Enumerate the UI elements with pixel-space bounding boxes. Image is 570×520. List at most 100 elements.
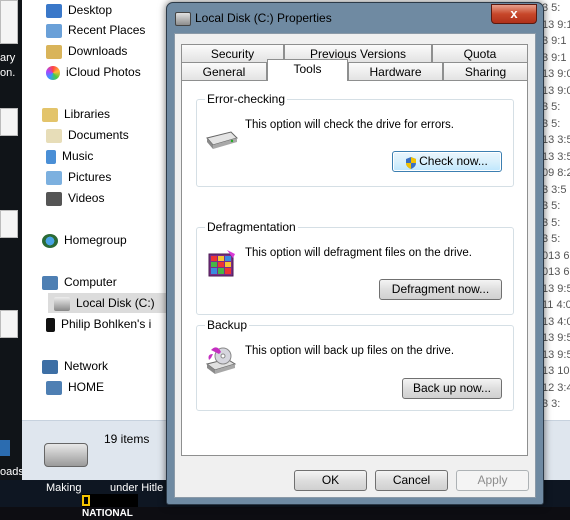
homegroup-icon bbox=[42, 233, 58, 248]
date-modified-cell: 3 5: bbox=[542, 2, 561, 14]
desktop-file-icon[interactable] bbox=[0, 108, 18, 136]
nav-item-downloads[interactable]: Downloads bbox=[46, 41, 127, 61]
phone-icon bbox=[46, 317, 55, 332]
documents-icon bbox=[46, 128, 62, 143]
navigation-pane: Desktop Recent Places Downloads iCloud P… bbox=[22, 0, 174, 420]
defragmentation-group: Defragmentation This option will defragm… bbox=[196, 220, 514, 315]
tab-general[interactable]: General bbox=[181, 62, 267, 80]
desktop-strip: ary on. oads bbox=[0, 0, 24, 507]
error-checking-group: Error-checking This option will check th… bbox=[196, 92, 514, 187]
libraries-icon bbox=[42, 107, 58, 122]
date-modified-cell: 13 9:5 bbox=[542, 332, 570, 344]
network-icon bbox=[42, 359, 58, 374]
nav-item-local-disk[interactable]: Local Disk (C:) bbox=[48, 293, 174, 313]
downloads-icon bbox=[46, 44, 62, 59]
nav-item-label: Network bbox=[64, 359, 109, 373]
back-up-now-button[interactable]: Back up now... bbox=[402, 378, 502, 399]
computer-icon bbox=[46, 380, 62, 395]
close-button[interactable]: x bbox=[491, 4, 537, 24]
nav-item-iphone[interactable]: Philip Bohlken's i bbox=[46, 314, 166, 334]
date-modified-cell: 3 3: bbox=[542, 398, 561, 410]
desktop-icon bbox=[46, 3, 62, 18]
desktop-shortcut-icon[interactable] bbox=[0, 440, 10, 456]
date-modified-column: 3 5: 13 9:1 3 9:1 3 9:1 13 9:0 13 9:0 3 5: 3 5:… bbox=[540, 0, 570, 420]
nav-item-computer[interactable]: Computer bbox=[42, 272, 117, 292]
desktop-file-label: on. bbox=[0, 67, 16, 79]
backup-description: This option will back up files on the dr… bbox=[245, 345, 455, 357]
dialog-title: Local Disk (C:) Properties bbox=[195, 11, 332, 25]
date-modified-cell: 11 4:0 bbox=[542, 299, 570, 311]
natgeo-logo: NATIONAL bbox=[82, 494, 138, 519]
music-icon bbox=[46, 149, 56, 164]
ok-button[interactable]: OK bbox=[294, 470, 367, 491]
item-count: 19 items bbox=[104, 432, 150, 446]
defragment-now-button[interactable]: Defragment now... bbox=[379, 279, 502, 300]
group-label: Backup bbox=[205, 318, 250, 332]
error-checking-description: This option will check the drive for err… bbox=[245, 119, 454, 131]
backup-group: Backup This option will back up files on… bbox=[196, 318, 514, 411]
recent-places-icon bbox=[46, 23, 62, 38]
uac-shield-icon bbox=[406, 156, 417, 169]
date-modified-cell: 13 9:0 bbox=[542, 68, 570, 80]
nav-item-desktop[interactable]: Desktop bbox=[46, 0, 112, 20]
nav-item-label: Downloads bbox=[68, 44, 128, 58]
button-label: Check now... bbox=[419, 154, 488, 168]
nav-item-label: Philip Bohlken's i bbox=[61, 317, 152, 331]
date-modified-cell: 3 5: bbox=[542, 117, 561, 130]
desktop-file-label: oads bbox=[0, 466, 24, 478]
desktop-file-icon[interactable] bbox=[0, 310, 18, 338]
nav-item-label: Videos bbox=[68, 191, 105, 205]
pictures-icon bbox=[46, 170, 62, 185]
date-modified-cell: 13 10:2 bbox=[542, 365, 570, 377]
nav-item-music[interactable]: Music bbox=[46, 146, 93, 166]
computer-icon bbox=[42, 275, 58, 290]
apply-button[interactable]: Apply bbox=[456, 470, 529, 491]
dialog-body: Security Previous Versions Quota General… bbox=[174, 33, 536, 498]
title-bar[interactable]: Local Disk (C:) Properties x bbox=[167, 3, 543, 33]
tools-tab-panel: Error-checking This option will check th… bbox=[181, 80, 528, 456]
cancel-button[interactable]: Cancel bbox=[375, 470, 448, 491]
date-modified-cell: 13 3:59 bbox=[542, 134, 570, 146]
nav-item-documents[interactable]: Documents bbox=[46, 125, 129, 145]
tab-sharing[interactable]: Sharing bbox=[443, 62, 528, 80]
date-modified-cell: 13 3:5 bbox=[542, 150, 570, 163]
nav-item-network[interactable]: Network bbox=[42, 356, 108, 376]
date-modified-cell: 3 5: bbox=[542, 200, 561, 212]
tab-tools[interactable]: Tools bbox=[267, 59, 348, 81]
group-label: Defragmentation bbox=[205, 220, 298, 234]
date-modified-cell: 3 5: bbox=[542, 216, 561, 229]
date-modified-cell: 09 8:2 bbox=[542, 167, 570, 179]
nav-item-label: Homegroup bbox=[64, 233, 127, 247]
close-icon: x bbox=[510, 6, 518, 21]
desktop-file-icon[interactable] bbox=[0, 0, 18, 44]
nav-item-homegroup[interactable]: Homegroup bbox=[42, 230, 127, 250]
nav-item-label: HOME bbox=[68, 380, 104, 394]
taskbar-item-label[interactable]: Making bbox=[46, 482, 81, 494]
nav-item-libraries[interactable]: Libraries bbox=[42, 104, 110, 124]
desktop-file-label: ary bbox=[0, 52, 16, 64]
icloud-photos-icon bbox=[46, 65, 60, 80]
tab-quota[interactable]: Quota bbox=[432, 44, 528, 62]
drive-check-icon bbox=[205, 128, 239, 153]
date-modified-cell: 13 9:5 bbox=[542, 348, 570, 361]
drive-icon bbox=[54, 296, 70, 311]
date-modified-cell: 13 9:0 bbox=[542, 84, 570, 97]
drive-icon bbox=[175, 12, 191, 26]
nav-item-videos[interactable]: Videos bbox=[46, 188, 104, 208]
taskbar-item-label[interactable]: under Hitle bbox=[110, 482, 163, 494]
properties-dialog: Local Disk (C:) Properties x Security Pr… bbox=[166, 2, 544, 505]
date-modified-cell: 013 6: bbox=[542, 249, 570, 262]
date-modified-cell: 3 9:1 bbox=[542, 51, 567, 64]
tab-hardware[interactable]: Hardware bbox=[348, 62, 443, 80]
desktop-file-icon[interactable] bbox=[0, 210, 18, 238]
nav-item-pictures[interactable]: Pictures bbox=[46, 167, 111, 187]
nav-item-label: Documents bbox=[68, 128, 129, 142]
nav-item-icloud-photos[interactable]: iCloud Photos bbox=[46, 62, 141, 82]
check-now-button[interactable]: Check now... bbox=[392, 151, 502, 172]
nav-item-label: Music bbox=[62, 149, 94, 163]
videos-icon bbox=[46, 191, 62, 206]
nav-item-home[interactable]: HOME bbox=[46, 377, 104, 397]
nav-item-recent-places[interactable]: Recent Places bbox=[46, 20, 145, 40]
date-modified-cell: 013 6: bbox=[542, 266, 570, 278]
nav-item-label: Computer bbox=[64, 275, 117, 289]
